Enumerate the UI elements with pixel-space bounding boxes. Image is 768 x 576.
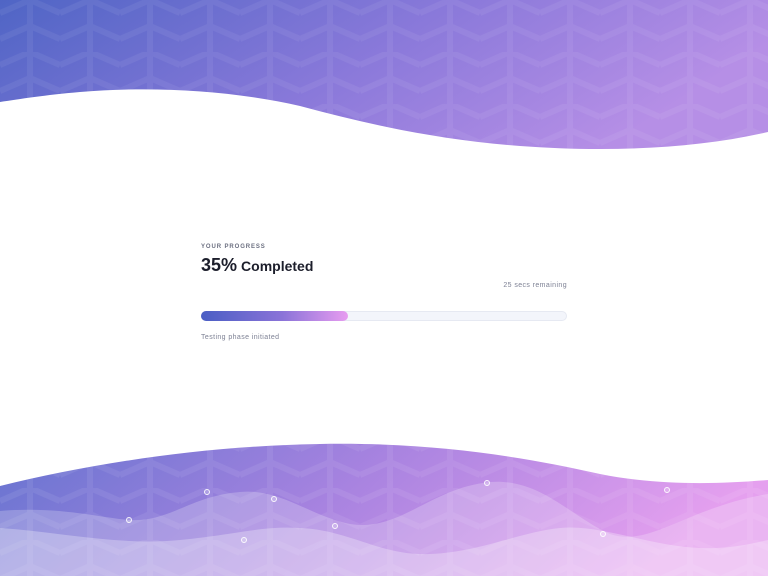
wave-node [271,496,277,502]
top-wave-decoration [0,0,768,150]
progress-headline: 35% Completed [201,255,567,276]
progress-status: Testing phase initiated [201,334,280,341]
progress-bar-fill [201,311,349,321]
wave-node [126,517,132,523]
wave-node [664,487,670,493]
bottom-wave-decoration [0,443,768,576]
progress-screen: YOUR PROGRESS 35% Completed 25 secs remai… [0,0,768,576]
progress-bar-track [201,311,567,321]
wave-node [332,523,338,529]
progress-card: YOUR PROGRESS 35% Completed 25 secs remai… [201,244,567,341]
wave-node [241,537,247,543]
wave-node [484,480,490,486]
progress-title-row: 35% Completed 25 secs remaining [201,255,567,291]
progress-eyebrow: YOUR PROGRESS [201,244,266,250]
wave-node [600,531,606,537]
progress-completed-label: Completed [241,258,314,274]
progress-percent: 35% [201,255,238,275]
wave-node [204,489,210,495]
time-remaining: 25 secs remaining [503,282,567,289]
